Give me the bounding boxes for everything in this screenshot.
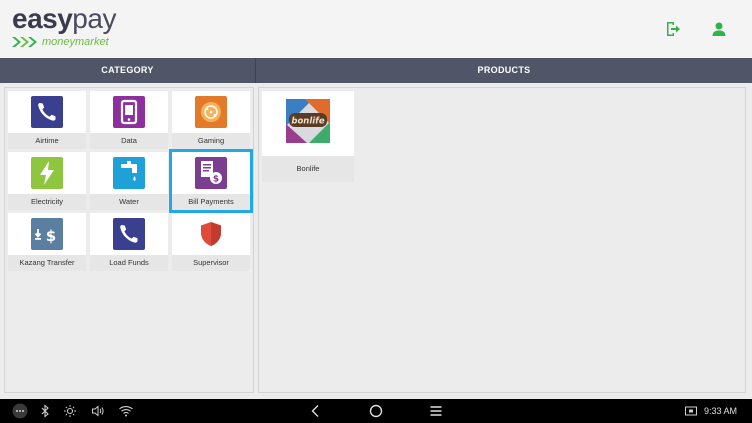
easypay-logo: easypay moneymarket — [12, 4, 142, 52]
category-label: Gaming — [172, 133, 250, 149]
svg-text:$: $ — [213, 175, 219, 185]
logout-icon[interactable] — [664, 20, 682, 38]
gaming-icon — [195, 96, 227, 128]
category-label: Electricity — [8, 194, 86, 210]
category-label: Airtime — [8, 133, 86, 149]
clock: 9:33 AM — [704, 406, 738, 416]
transfer-icon: $ — [31, 218, 63, 250]
category-tile-airtime[interactable]: Airtime — [8, 91, 86, 149]
system-navbar: 9:33 AM — [0, 399, 752, 423]
products-panel: bonlife Bonlife — [258, 87, 746, 393]
category-tile-water[interactable]: Water — [90, 152, 168, 210]
category-tile-gaming[interactable]: Gaming — [172, 91, 250, 149]
bill-payment-icon: $ — [195, 157, 227, 189]
category-tile-supervisor[interactable]: Supervisor — [172, 213, 250, 271]
volume-icon[interactable] — [90, 403, 106, 419]
user-icon[interactable] — [710, 20, 728, 38]
category-panel: Airtime Data Gaming Electricity Water $ … — [4, 87, 254, 393]
svg-text:$: $ — [46, 227, 56, 245]
brightness-icon[interactable] — [62, 403, 78, 419]
phone-icon — [113, 218, 145, 250]
shield-icon — [201, 222, 221, 246]
phone-icon — [31, 96, 63, 128]
home-icon[interactable] — [368, 403, 384, 419]
bonlife-logo: bonlife — [283, 96, 333, 146]
category-tile-kazang-transfer[interactable]: $ Kazang Transfer — [8, 213, 86, 271]
arrows-icon — [12, 37, 37, 47]
products-header: PRODUCTS — [256, 58, 752, 83]
logo-word-bold: easy — [12, 3, 73, 34]
category-tile-bill-payments[interactable]: $ Bill Payments — [169, 149, 253, 213]
category-label: Data — [90, 133, 168, 149]
back-icon[interactable] — [308, 403, 324, 419]
category-label: Kazang Transfer — [8, 255, 86, 271]
category-label: Load Funds — [90, 255, 168, 271]
more-icon[interactable] — [12, 403, 28, 419]
category-label: Supervisor — [172, 255, 250, 271]
product-label: Bonlife — [262, 156, 354, 182]
mobile-data-icon — [113, 96, 145, 128]
category-tile-data[interactable]: Data — [90, 91, 168, 149]
logo-subtitle: moneymarket — [42, 36, 109, 48]
water-tap-icon — [113, 157, 145, 189]
bluetooth-icon[interactable] — [40, 403, 50, 419]
app-header: easypay moneymarket — [0, 0, 752, 58]
category-header: CATEGORY — [0, 58, 256, 83]
wifi-icon[interactable] — [118, 403, 134, 419]
logo-word-thin: pay — [72, 3, 116, 34]
screenshot-icon[interactable] — [684, 403, 698, 419]
product-tile-bonlife[interactable]: bonlife Bonlife — [262, 91, 354, 182]
category-label: Bill Payments — [172, 194, 250, 210]
lightning-icon — [31, 157, 63, 189]
category-label: Water — [90, 194, 168, 210]
category-tile-electricity[interactable]: Electricity — [8, 152, 86, 210]
svg-text:bonlife: bonlife — [291, 117, 325, 127]
category-tile-load-funds[interactable]: Load Funds — [90, 213, 168, 271]
recents-icon[interactable] — [428, 403, 444, 419]
